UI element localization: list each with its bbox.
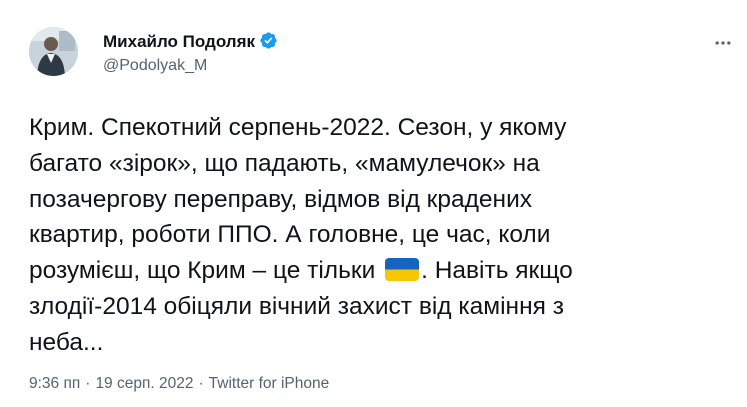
tweet-line: неба... — [29, 328, 104, 356]
tweet-line: багато «зірок», що падають, «мамулечок» … — [29, 149, 540, 177]
tweet-line-part: розумієш, що Крим – це тільки — [29, 257, 383, 285]
tweet-line: позачергову переправу, відмов від краден… — [29, 185, 533, 213]
tweet-date: 19 серп. 2022 — [95, 375, 194, 392]
tweet-line: квартир, роботи ППО. А головне, це час, … — [29, 221, 551, 249]
more-options-button[interactable] — [708, 28, 738, 58]
meta-separator: · — [85, 375, 91, 392]
author-name-text: Михайло Подоляк — [103, 32, 256, 51]
tweet-line: розумієш, що Крим – це тільки . Навіть я… — [29, 253, 729, 289]
author-name[interactable]: Михайло Подоляк — [103, 31, 278, 52]
tweet-source-link[interactable]: Twitter for iPhone — [209, 375, 330, 392]
tweet-line-part: . Навіть якщо — [421, 257, 573, 285]
author-handle[interactable]: @Podolyak_M — [103, 56, 207, 76]
meta-separator: · — [198, 375, 204, 392]
tweet-text: Крим. Спекотний серпень-2022. Сезон, у я… — [29, 110, 729, 361]
avatar[interactable] — [29, 27, 78, 76]
tweet-time-link[interactable]: 9:36 пп · 19 серп. 2022 — [29, 375, 193, 392]
tweet-metadata: 9:36 пп · 19 серп. 2022 · Twitter for iPhone — [29, 374, 329, 394]
tweet-time: 9:36 пп — [29, 375, 81, 392]
tweet-line: злодії-2014 обіцяли вічний захист від ка… — [29, 292, 564, 320]
tweet-card: Михайло Подоляк @Podolyak_M Крим. Спекот… — [0, 0, 747, 407]
tweet-line: Крим. Спекотний серпень-2022. Сезон, у я… — [29, 114, 567, 141]
verified-badge-icon — [260, 32, 277, 49]
ukraine-flag-icon — [385, 258, 420, 282]
more-dots-icon — [715, 41, 731, 45]
